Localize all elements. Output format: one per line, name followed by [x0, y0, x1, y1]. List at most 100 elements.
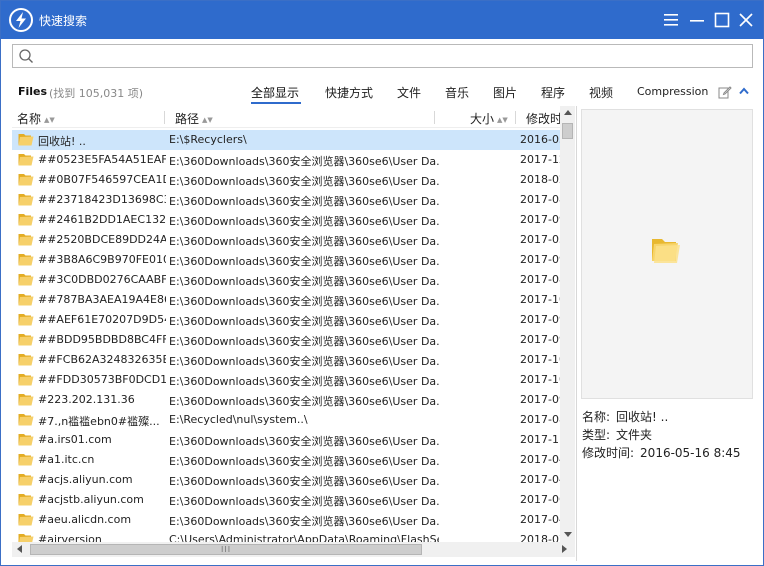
horizontal-scroll-thumb[interactable]: III — [30, 544, 422, 555]
folder-icon — [18, 214, 34, 226]
tab-compression[interactable]: Compression — [637, 85, 708, 105]
cell-modified: 2017-08 — [520, 273, 560, 286]
cell-path: E:\360Downloads\360安全浏览器\360se6\User Da.… — [169, 175, 439, 188]
cell-path: E:\360Downloads\360安全浏览器\360se6\User Da.… — [169, 235, 439, 248]
table-row[interactable]: ##2461B2DD1AEC132A E:\360Downloads\360安全浏… — [12, 210, 560, 230]
folder-icon — [18, 374, 34, 386]
table-row[interactable]: #acjs.aliyun.com E:\360Downloads\360安全浏览器… — [12, 470, 560, 490]
column-modified[interactable]: 修改时 — [526, 110, 560, 127]
table-row[interactable]: ##3C0DBD0276CAABFE E:\360Downloads\360安全浏… — [12, 270, 560, 290]
cell-name: ##0523E5FA54A51EAF — [38, 153, 166, 166]
cell-path: E:\360Downloads\360安全浏览器\360se6\User Da.… — [169, 355, 439, 368]
table-row[interactable]: ##23718423D13698C3 E:\360Downloads\360安全浏… — [12, 190, 560, 210]
folder-icon — [18, 274, 34, 286]
cell-name: #acjstb.aliyun.com — [38, 493, 144, 506]
vertical-scrollbar[interactable] — [560, 106, 575, 542]
files-label: Files — [18, 85, 48, 98]
close-icon — [739, 13, 753, 27]
table-row[interactable]: ##3B8A6C9B970FE010 E:\360Downloads\360安全浏… — [12, 250, 560, 270]
cell-name: #a.irs01.com — [38, 433, 112, 446]
table-row[interactable]: ##2520BDCE89DD24A1 E:\360Downloads\360安全浏… — [12, 230, 560, 250]
column-path[interactable]: 路径 ▲▼ — [175, 110, 213, 127]
folder-icon — [18, 474, 34, 486]
menu-button[interactable] — [660, 9, 682, 31]
table-row[interactable]: ##787BA3AEA19A4E86 E:\360Downloads\360安全浏… — [12, 290, 560, 310]
horizontal-scrollbar[interactable]: III — [12, 542, 575, 557]
cell-modified: 2017-09 — [520, 393, 560, 406]
chevron-up-icon[interactable] — [738, 85, 750, 97]
tab-videos[interactable]: 视频 — [589, 84, 613, 104]
hamburger-icon — [664, 14, 678, 26]
sort-icon: ▲▼ — [497, 115, 508, 124]
tab-shortcuts[interactable]: 快捷方式 — [325, 84, 373, 104]
table-row[interactable]: ##0523E5FA54A51EAF E:\360Downloads\360安全浏… — [12, 150, 560, 170]
table-row[interactable]: 回收站! .. E:\$Recyclers\ 2016-05 — [12, 130, 560, 150]
cell-modified: 2017-09 — [520, 253, 560, 266]
scroll-left-icon[interactable] — [17, 545, 22, 553]
maximize-button[interactable] — [711, 9, 733, 31]
tab-programs[interactable]: 程序 — [541, 84, 565, 104]
table-row[interactable]: #7.,n褴褴ebn0#褴殩... E:\Recycled\nul\system.… — [12, 410, 560, 430]
close-button[interactable] — [735, 9, 757, 31]
grip-icon: III — [221, 545, 232, 554]
sort-icon: ▲▼ — [44, 115, 55, 124]
cell-path: E:\360Downloads\360安全浏览器\360se6\User Da.… — [169, 455, 439, 468]
scroll-down-icon[interactable] — [564, 532, 572, 537]
cell-modified: 2017-10 — [520, 353, 560, 366]
minimize-icon — [690, 20, 704, 22]
search-input[interactable] — [39, 47, 739, 65]
cell-modified: 2018-02 — [520, 173, 560, 186]
column-divider[interactable] — [164, 111, 165, 124]
column-size[interactable]: 大小 ▲▼ — [470, 110, 508, 127]
folder-icon — [18, 414, 34, 426]
cell-name: ##FCB62A324832635B — [38, 353, 166, 366]
edit-icon[interactable] — [718, 85, 732, 99]
table-row[interactable]: #acjstb.aliyun.com E:\360Downloads\360安全浏… — [12, 490, 560, 510]
cell-name: ##AEF61E70207D9D54 — [38, 313, 166, 326]
cell-modified: 2016-05 — [520, 133, 560, 146]
cell-name: ##2461B2DD1AEC132A — [38, 213, 166, 226]
column-name[interactable]: 名称 ▲▼ — [17, 110, 55, 127]
column-divider[interactable] — [434, 111, 435, 124]
cell-modified: 2017-04 — [520, 473, 560, 486]
column-divider[interactable] — [515, 111, 516, 124]
window-title: 快速搜索 — [39, 14, 88, 28]
cell-path: E:\$Recyclers\ — [169, 133, 247, 146]
cell-modified: 2017-12 — [520, 153, 560, 166]
folder-icon — [18, 194, 34, 206]
tab-all[interactable]: 全部显示 — [251, 84, 301, 104]
table-row[interactable]: #223.202.131.36 E:\360Downloads\360安全浏览器\… — [12, 390, 560, 410]
tab-pictures[interactable]: 图片 — [493, 84, 517, 104]
table-row[interactable]: ##FDD30573BF0DCD1D E:\360Downloads\360安全浏… — [12, 370, 560, 390]
cell-path: E:\360Downloads\360安全浏览器\360se6\User Da.… — [169, 195, 439, 208]
cell-name: ##2520BDCE89DD24A1 — [38, 233, 166, 246]
panel-divider[interactable] — [576, 106, 577, 561]
column-header: 名称 ▲▼ 路径 ▲▼ 大小 ▲▼ 修改时 — [12, 106, 560, 128]
table-row[interactable]: ##0B07F546597CEA1D E:\360Downloads\360安全浏… — [12, 170, 560, 190]
cell-path: E:\360Downloads\360安全浏览器\360se6\User Da.… — [169, 275, 439, 288]
table-row[interactable]: ##FCB62A324832635B E:\360Downloads\360安全浏… — [12, 350, 560, 370]
cell-modified: 2018-07 — [520, 533, 560, 542]
vertical-scroll-thumb[interactable] — [562, 123, 573, 139]
table-row[interactable]: ##AEF61E70207D9D54 E:\360Downloads\360安全浏… — [12, 310, 560, 330]
tab-files[interactable]: 文件 — [397, 84, 421, 104]
scroll-up-icon[interactable] — [564, 110, 572, 115]
cell-name: 回收站! .. — [38, 135, 86, 148]
table-row[interactable]: #a1.itc.cn E:\360Downloads\360安全浏览器\360se… — [12, 450, 560, 470]
cell-name: #airversion — [38, 533, 102, 542]
table-row[interactable]: ##BDD95BDBD8BC4FF0 E:\360Downloads\360安全浏… — [12, 330, 560, 350]
preview-pane — [581, 109, 753, 399]
cell-modified: 2017-08 — [520, 413, 560, 426]
results-count: (找到 105,031 项) — [49, 87, 144, 100]
minimize-button[interactable] — [686, 9, 708, 31]
maximize-icon — [714, 12, 730, 28]
lightning-logo-icon — [9, 8, 33, 32]
cell-modified: 2017-08 — [520, 193, 560, 206]
scroll-right-icon[interactable] — [562, 545, 567, 553]
table-row[interactable]: #aeu.alicdn.com E:\360Downloads\360安全浏览器\… — [12, 510, 560, 530]
cell-name: ##3C0DBD0276CAABFE — [38, 273, 166, 286]
table-row[interactable]: #a.irs01.com E:\360Downloads\360安全浏览器\360… — [12, 430, 560, 450]
cell-path: E:\360Downloads\360安全浏览器\360se6\User Da.… — [169, 515, 439, 528]
table-row[interactable]: #airversion C:\Users\Administrator\AppDat… — [12, 530, 560, 542]
tab-music[interactable]: 音乐 — [445, 84, 469, 104]
